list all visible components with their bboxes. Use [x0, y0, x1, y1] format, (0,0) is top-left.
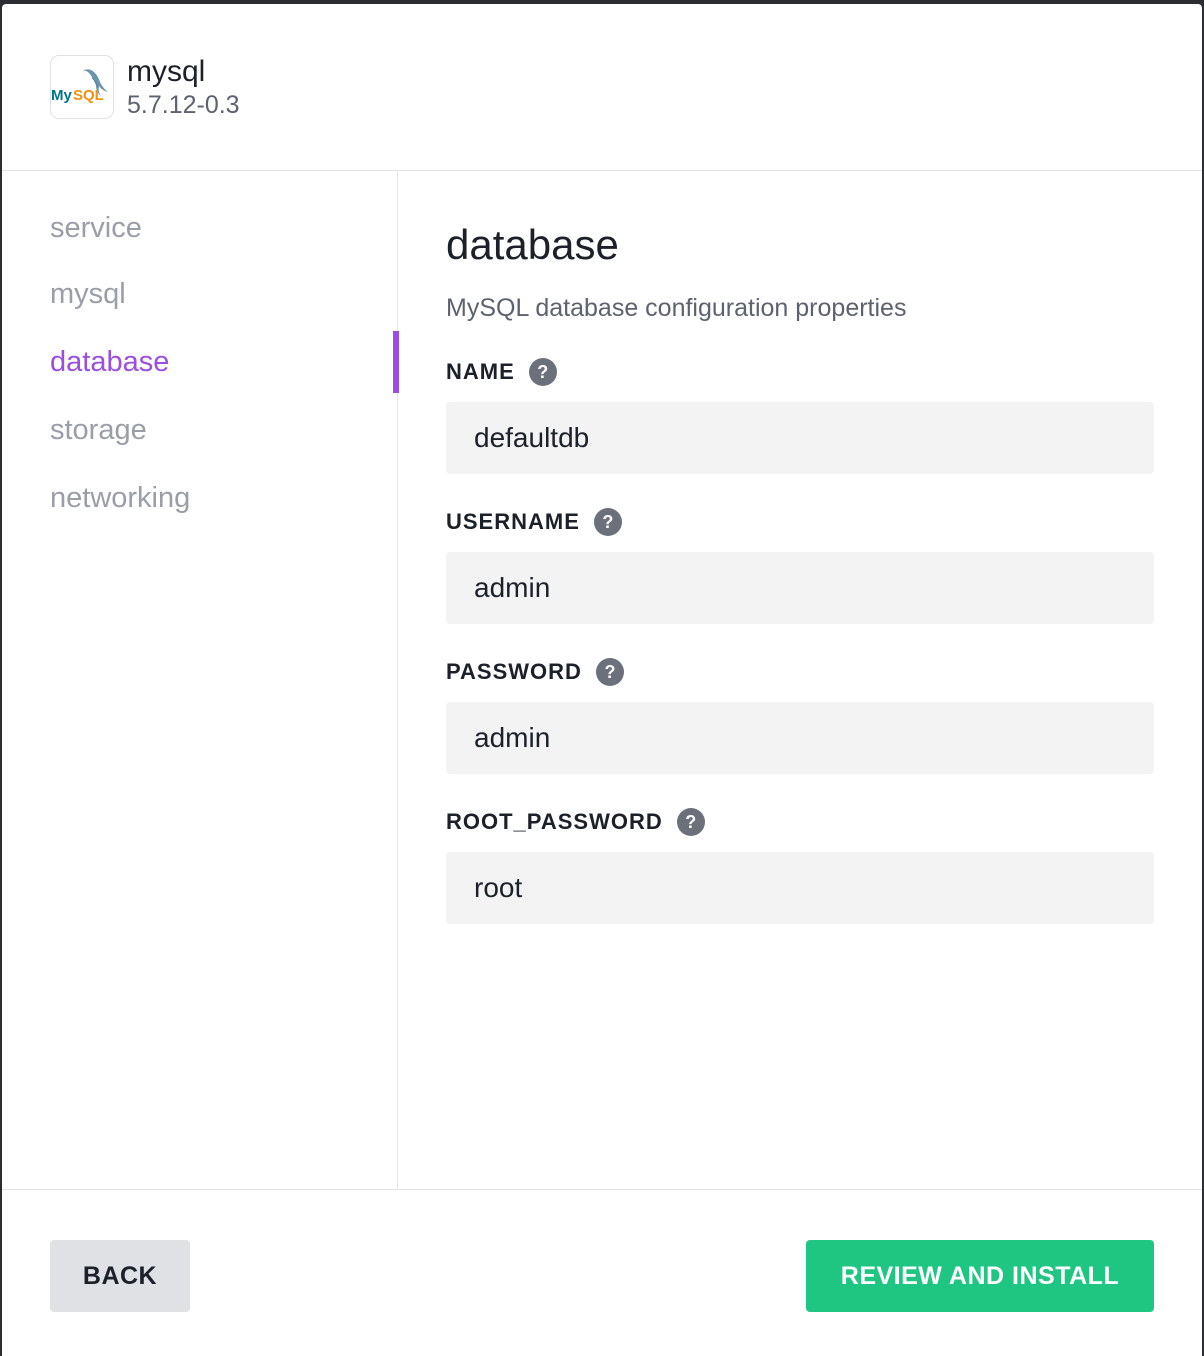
- field-label-text: NAME: [446, 359, 515, 384]
- install-modal: My SQL mysql 5.7.12-0.3 service mysql da…: [2, 4, 1202, 1356]
- sidebar-item-service[interactable]: service: [50, 197, 397, 259]
- svg-text:My: My: [51, 87, 72, 104]
- question-circle-icon[interactable]: ?: [676, 808, 705, 836]
- modal-header: My SQL mysql 5.7.12-0.3: [2, 4, 1202, 171]
- back-button[interactable]: BACK: [50, 1240, 190, 1312]
- field-label-password: PASSWORD ?: [446, 657, 624, 687]
- password-input[interactable]: [446, 702, 1154, 774]
- field-label-root-password: ROOT_PASSWORD ?: [446, 807, 705, 837]
- root-password-input[interactable]: [446, 852, 1154, 924]
- mysql-logo-graphic: My SQL: [51, 69, 108, 104]
- modal-footer: BACK REVIEW AND INSTALL: [2, 1189, 1202, 1356]
- sidebar-item-networking[interactable]: networking: [50, 467, 397, 529]
- app-name: mysql: [127, 55, 206, 88]
- name-input[interactable]: [446, 402, 1154, 474]
- app-version: 5.7.12-0.3: [127, 91, 240, 119]
- mysql-logo-icon: My SQL: [50, 55, 114, 119]
- sidebar-item-mysql[interactable]: mysql: [50, 263, 397, 325]
- config-form: database MySQL database configuration pr…: [398, 171, 1202, 1189]
- field-label-username: USERNAME ?: [446, 507, 622, 537]
- question-circle-icon[interactable]: ?: [593, 508, 622, 536]
- sidebar-nav: service mysql database storage networkin…: [2, 171, 399, 1189]
- field-label-text: USERNAME: [446, 509, 580, 534]
- sidebar-item-database[interactable]: database: [50, 331, 399, 393]
- svg-text:SQL: SQL: [73, 87, 104, 104]
- question-circle-icon[interactable]: ?: [595, 658, 624, 686]
- sidebar-item-label: database: [50, 346, 170, 378]
- username-input[interactable]: [446, 552, 1154, 624]
- section-description: MySQL database configuration properties: [446, 294, 907, 322]
- field-label-text: ROOT_PASSWORD: [446, 809, 663, 834]
- question-circle-icon[interactable]: ?: [528, 358, 557, 386]
- section-title: database: [446, 221, 619, 268]
- sidebar-item-storage[interactable]: storage: [50, 399, 397, 461]
- review-and-install-button[interactable]: REVIEW AND INSTALL: [806, 1240, 1154, 1312]
- field-label-text: PASSWORD: [446, 659, 582, 684]
- field-label-name: NAME ?: [446, 357, 557, 387]
